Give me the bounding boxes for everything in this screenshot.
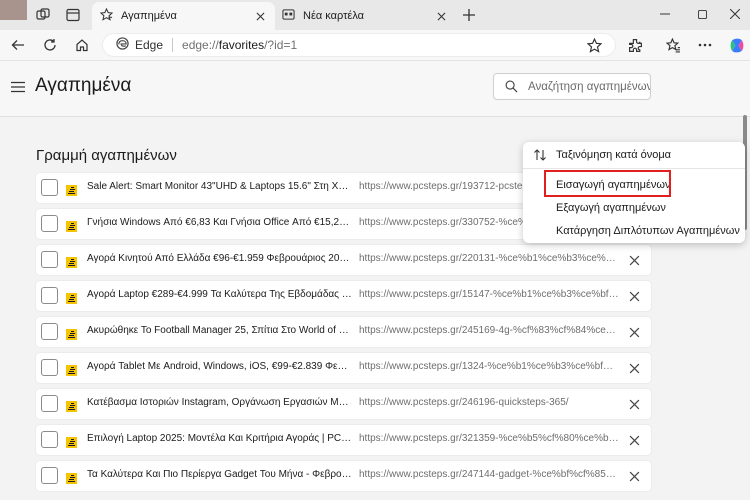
profile-avatar[interactable]: [0, 0, 27, 20]
window-close-button[interactable]: [720, 3, 750, 25]
tab-label: Νέα καρτέλα: [303, 10, 365, 22]
pcsteps-favicon-icon: [66, 255, 77, 268]
favorites-button[interactable]: [662, 34, 684, 56]
favorites-page: Αγαπημένα Γραμμή αγαπημένων Sale Alert: …: [0, 60, 750, 500]
section-title: Γραμμή αγαπημένων: [36, 147, 177, 164]
favorite-row[interactable]: Αγορά Laptop €289-€4.999 Τα Καλύτερα Της…: [36, 281, 651, 311]
pcsteps-favicon-icon: [66, 291, 77, 304]
minimize-button[interactable]: [650, 3, 680, 25]
menu-divider: [523, 168, 745, 169]
favorite-title[interactable]: Αγορά Tablet Με Android, Windows, iOS, €…: [87, 361, 353, 372]
favorite-url: https://www.pcsteps.gr/247144-gadget-%ce…: [359, 469, 619, 480]
new-tab-button[interactable]: [459, 5, 479, 25]
edge-logo-icon: [116, 37, 129, 53]
refresh-button[interactable]: [39, 34, 61, 56]
favorite-title[interactable]: Τα Καλύτερα Και Πιο Περίεργα Gadget Του …: [87, 469, 353, 480]
tab-favorites[interactable]: Αγαπημένα: [92, 2, 275, 30]
favorite-url: https://www.pcsteps.gr/246196-quicksteps…: [359, 397, 569, 408]
row-checkbox[interactable]: [41, 323, 58, 340]
row-checkbox[interactable]: [41, 287, 58, 304]
favorite-title[interactable]: Γνήσια Windows Από €6,83 Και Γνήσια Offi…: [87, 217, 353, 228]
more-options-button[interactable]: [694, 34, 716, 56]
favorite-url: https://www.pcsteps.gr/15147-%ce%b1%ce%b…: [359, 289, 619, 300]
favorite-title[interactable]: Ακυρώθηκε Το Football Manager 25, Σπίτια…: [87, 325, 353, 336]
favorite-url: https://www.pcsteps.gr/245169-4g-%cf%83%…: [359, 325, 619, 336]
sort-arrows-icon: [534, 149, 546, 161]
menu-item-export-favorites[interactable]: Εξαγωγή αγαπημένων: [523, 196, 745, 220]
favorite-title[interactable]: Sale Alert: Smart Monitor 43"UHD & Lapto…: [87, 181, 353, 192]
delete-favorite-icon[interactable]: [629, 469, 642, 482]
row-checkbox[interactable]: [41, 359, 58, 376]
menu-item-remove-duplicates[interactable]: Κατάργηση Διπλότυπων Αγαπημένων: [523, 219, 745, 243]
search-icon: [505, 80, 518, 93]
maximize-button[interactable]: [687, 3, 717, 25]
row-checkbox[interactable]: [41, 467, 58, 484]
page-title: Αγαπημένα: [35, 75, 132, 96]
favorite-row[interactable]: Επιλογή Laptop 2025: Μοντέλα Και Κριτήρι…: [36, 425, 651, 455]
pcsteps-favicon-icon: [66, 435, 77, 448]
pcsteps-favicon-icon: [66, 399, 77, 412]
site-label: Edge: [135, 38, 164, 52]
delete-favorite-icon[interactable]: [629, 325, 642, 338]
row-checkbox[interactable]: [41, 215, 58, 232]
pcsteps-favicon-icon: [66, 183, 77, 196]
tab-strip: Αγαπημένα Νέα καρτέλα: [0, 0, 750, 30]
workspaces-icon[interactable]: [33, 5, 53, 25]
hamburger-menu-icon[interactable]: [11, 80, 25, 93]
new-tab-page-icon: [282, 8, 295, 24]
extensions-button[interactable]: [624, 34, 646, 56]
address-bar[interactable]: Edge edge://favorites/?id=1: [102, 33, 616, 57]
menu-item-label: Εξαγωγή αγαπημένων: [556, 202, 666, 214]
favorite-url: https://www.pcsteps.gr/220131-%ce%b1%ce%…: [359, 253, 619, 264]
favorite-row[interactable]: Αγορά Κινητού Από Ελλάδα €96-€1.959 Φεβρ…: [36, 245, 651, 275]
favorite-url: https://www.pcsteps.gr/1324-%ce%b1%ce%b3…: [359, 361, 619, 372]
site-info-chip[interactable]: Edge: [116, 37, 163, 53]
pcsteps-favicon-icon: [66, 327, 77, 340]
highlight-annotation: [544, 170, 671, 197]
add-favorite-star-icon[interactable]: [586, 37, 603, 54]
favorite-row[interactable]: Τα Καλύτερα Και Πιο Περίεργα Gadget Του …: [36, 461, 651, 491]
favorite-url: https://www.pcsteps.gr/321359-%ce%b5%cf%…: [359, 433, 619, 444]
delete-favorite-icon[interactable]: [629, 289, 642, 302]
delete-favorite-icon[interactable]: [629, 433, 642, 446]
delete-favorite-icon[interactable]: [629, 253, 642, 266]
tab-actions-icon[interactable]: [63, 5, 83, 25]
address-toolbar: Edge edge://favorites/?id=1: [0, 30, 750, 60]
row-checkbox[interactable]: [41, 431, 58, 448]
close-icon[interactable]: [434, 9, 448, 23]
row-checkbox[interactable]: [41, 395, 58, 412]
pcsteps-favicon-icon: [66, 471, 77, 484]
close-icon[interactable]: [253, 9, 267, 23]
tab-new-tab[interactable]: Νέα καρτέλα: [276, 2, 456, 30]
address-separator: [172, 38, 174, 52]
favorite-title[interactable]: Αγορά Κινητού Από Ελλάδα €96-€1.959 Φεβρ…: [87, 253, 353, 264]
star-icon: [99, 7, 114, 24]
tab-label: Αγαπημένα: [121, 10, 177, 22]
menu-item-label: Κατάργηση Διπλότυπων Αγαπημένων: [556, 225, 740, 237]
row-checkbox[interactable]: [41, 251, 58, 268]
delete-favorite-icon[interactable]: [629, 397, 642, 410]
url-text: edge://favorites/?id=1: [182, 38, 298, 52]
copilot-icon[interactable]: [726, 34, 748, 56]
delete-favorite-icon[interactable]: [629, 361, 642, 374]
favorite-title[interactable]: Επιλογή Laptop 2025: Μοντέλα Και Κριτήρι…: [87, 433, 353, 444]
back-button[interactable]: [7, 34, 29, 56]
favorites-search-box[interactable]: [493, 73, 651, 100]
pcsteps-favicon-icon: [66, 363, 77, 376]
search-input[interactable]: [528, 80, 650, 93]
favorite-title[interactable]: Αγορά Laptop €289-€4.999 Τα Καλύτερα Της…: [87, 289, 353, 300]
favorite-title[interactable]: Κατέβασμα Ιστοριών Instagram, Οργάνωση Ε…: [87, 397, 353, 408]
favorite-row[interactable]: Αγορά Tablet Με Android, Windows, iOS, €…: [36, 353, 651, 383]
row-checkbox[interactable]: [41, 179, 58, 196]
favorite-row[interactable]: Ακυρώθηκε Το Football Manager 25, Σπίτια…: [36, 317, 651, 347]
home-button[interactable]: [71, 34, 93, 56]
menu-item-sort-by-name[interactable]: Ταξινόμηση κατά όνομα: [523, 143, 745, 167]
page-header: Αγαπημένα: [0, 61, 750, 117]
pcsteps-favicon-icon: [66, 219, 77, 232]
menu-item-label: Ταξινόμηση κατά όνομα: [556, 149, 672, 161]
favorite-row[interactable]: Κατέβασμα Ιστοριών Instagram, Οργάνωση Ε…: [36, 389, 651, 419]
